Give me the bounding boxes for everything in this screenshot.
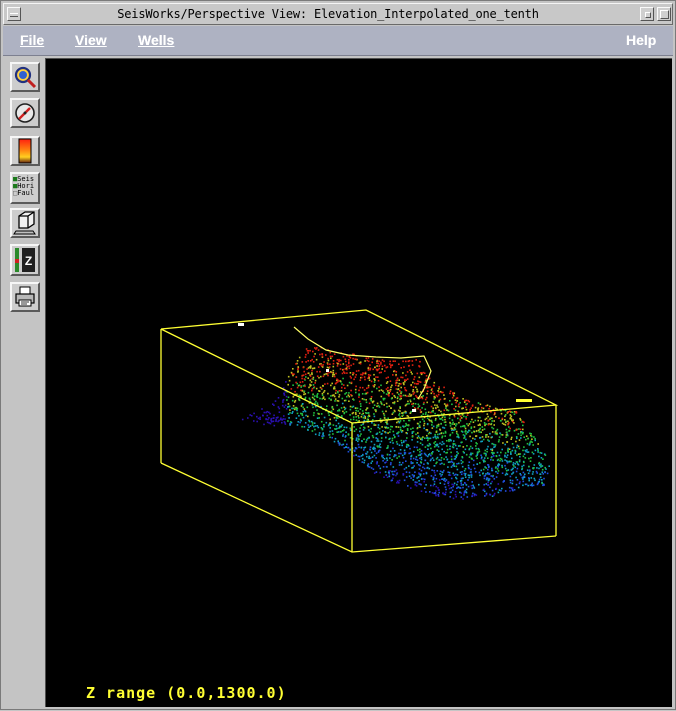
compass-rotate-icon (15, 103, 35, 123)
well-marker (516, 399, 532, 402)
print-button[interactable] (10, 282, 40, 312)
window-menu-button[interactable] (7, 7, 21, 21)
color-bar-icon (18, 138, 32, 164)
printer-icon (15, 286, 35, 307)
perspective-viewport[interactable]: Z range (0.0,1300.0) (45, 58, 672, 707)
z-range-label: Z range (0.0,1300.0) (86, 684, 287, 702)
title-bar[interactable]: SeisWorks/Perspective View: Elevation_In… (3, 3, 673, 25)
menu-help[interactable]: Help (626, 32, 656, 48)
z-scale-button[interactable]: Z (10, 244, 40, 276)
well-marker (238, 323, 244, 326)
data-layers-button[interactable]: ■Seis ■Hori □Faul (10, 172, 40, 204)
perspective-view-window: SeisWorks/Perspective View: Elevation_In… (0, 0, 676, 710)
elevation-surface (241, 346, 550, 500)
zoom-button[interactable] (10, 62, 40, 92)
color-bar-button[interactable] (10, 136, 40, 166)
z-scale-label: Z (25, 254, 32, 268)
window-title: SeisWorks/Perspective View: Elevation_In… (117, 7, 539, 21)
menu-file[interactable]: File (20, 32, 44, 48)
data-layers-icon: ■Seis ■Hori □Faul (13, 175, 35, 197)
rotate-button[interactable] (10, 98, 40, 128)
menu-bar: File View Wells Help (3, 26, 673, 56)
maximize-button[interactable] (657, 7, 671, 21)
zoom-icon (14, 66, 37, 89)
menu-wells[interactable]: Wells (138, 32, 174, 48)
perspective-scene[interactable] (46, 59, 672, 707)
well-marker (412, 409, 416, 412)
bounding-box-icon (13, 211, 36, 235)
left-toolbar: ■Seis ■Hori □Faul Z (6, 58, 45, 706)
z-scale-icon: Z (15, 248, 35, 272)
bounding-box-button[interactable] (10, 208, 40, 238)
minimize-button[interactable] (640, 7, 654, 21)
menu-view[interactable]: View (75, 32, 107, 48)
well-marker (326, 369, 329, 372)
